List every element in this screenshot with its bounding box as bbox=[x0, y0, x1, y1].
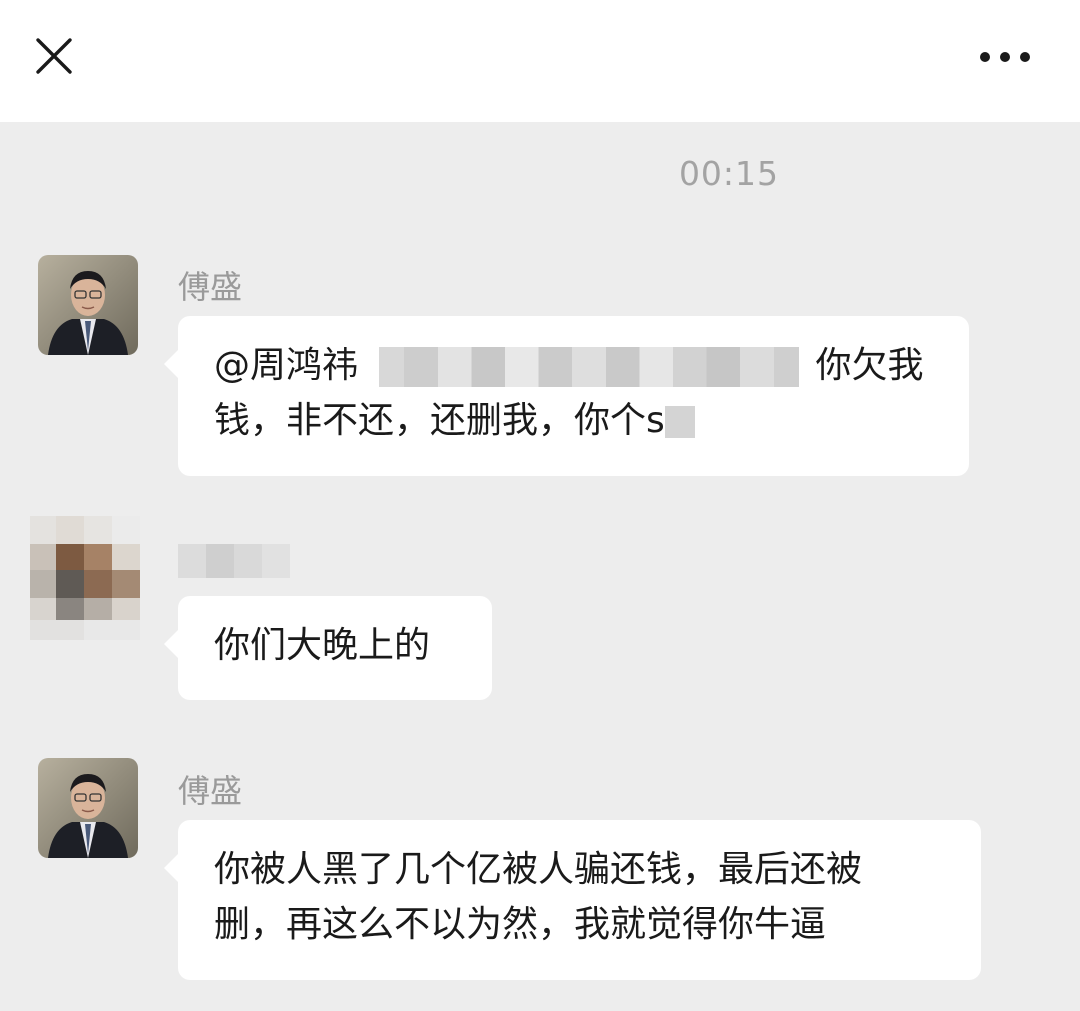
message-bubble[interactable]: 你们大晚上的 bbox=[164, 596, 492, 700]
message-bubble[interactable]: @周鸿祎 你欠我 钱，非不还，还删我，你个s bbox=[164, 316, 969, 476]
close-button[interactable] bbox=[30, 32, 78, 80]
avatar[interactable] bbox=[38, 758, 138, 858]
avatar[interactable] bbox=[38, 255, 138, 355]
more-button[interactable] bbox=[972, 36, 1036, 76]
blurred-sender-name bbox=[178, 544, 290, 578]
sender-name: 傅盛 bbox=[178, 268, 243, 306]
message-text: 你被人黑了几个亿被人骗还钱，最后还被 bbox=[214, 849, 863, 890]
message-text: @周鸿祎 bbox=[214, 345, 370, 386]
message-bubble[interactable]: 你被人黑了几个亿被人骗还钱，最后还被 删，再这么不以为然，我就觉得你牛逼 bbox=[164, 820, 981, 980]
message-text: 你欠我 bbox=[815, 345, 924, 386]
avatar-pixelated[interactable] bbox=[30, 516, 140, 640]
message-text: 钱，非不还，还删我，你个s bbox=[214, 400, 665, 441]
close-icon bbox=[36, 38, 72, 74]
timestamp: 00:15 bbox=[678, 154, 780, 193]
more-icon bbox=[980, 52, 1030, 62]
blurred-text bbox=[379, 347, 800, 387]
message-text: 删，再这么不以为然，我就觉得你牛逼 bbox=[214, 904, 827, 945]
sender-name: 傅盛 bbox=[178, 772, 243, 810]
top-bar bbox=[0, 0, 1080, 122]
message-text: 你们大晚上的 bbox=[214, 625, 431, 666]
blurred-text bbox=[664, 406, 695, 438]
